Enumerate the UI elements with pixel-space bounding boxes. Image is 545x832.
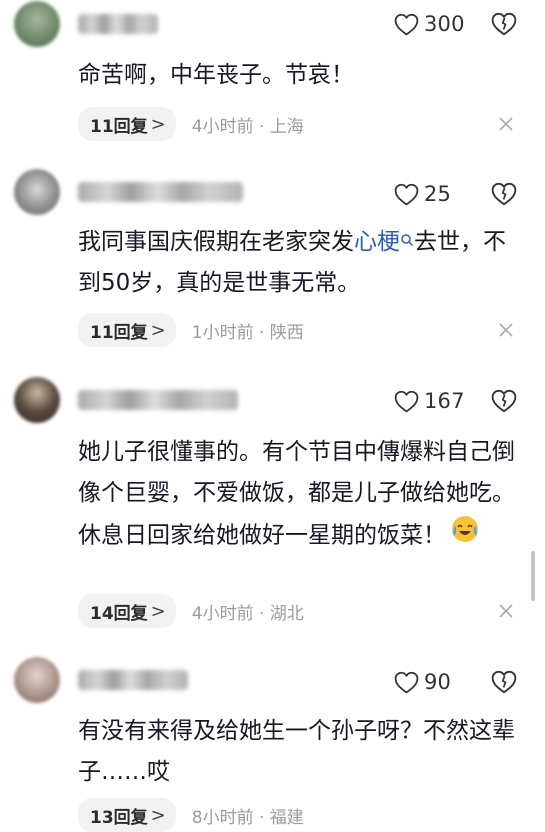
- close-icon[interactable]: [499, 604, 513, 618]
- crying-laughing-emoji-icon: [450, 514, 480, 558]
- like-button[interactable]: 90: [394, 670, 451, 694]
- timestamp-location: 8小时前 · 福建: [191, 807, 304, 828]
- like-button[interactable]: 300: [394, 12, 465, 36]
- close-icon[interactable]: [499, 117, 513, 131]
- close-icon[interactable]: [499, 323, 513, 337]
- search-icon: [400, 220, 414, 261]
- comment-meta: 14回复 > 4小时前 · 湖北: [78, 594, 304, 628]
- comment-text: 我同事国庆假期在老家突发心梗 去世，不到50岁，真的是世事无常。: [78, 222, 523, 304]
- comment-meta: 13回复 > 8小时前 · 福建: [78, 798, 304, 832]
- heart-icon: [394, 390, 419, 413]
- comment-meta: 11回复 > 1小时前 · 陕西: [78, 313, 304, 347]
- timestamp-location: 1小时前 · 陕西: [191, 322, 304, 343]
- comment-text: 她儿子很懂事的。有个节目中傳爆料自己倒像个巨婴，不爱做饭，都是儿子做给她吃。休息…: [78, 432, 523, 558]
- scrollbar-thumb[interactable]: [531, 551, 535, 601]
- like-button[interactable]: 167: [394, 389, 465, 413]
- comment-text: 有没有来得及给她生一个孙子呀？不然这辈子……哎: [78, 718, 515, 785]
- chevron-right-icon: >: [150, 319, 166, 341]
- view-replies-button[interactable]: 11回复 >: [78, 107, 176, 141]
- timestamp-location: 4小时前 · 上海: [191, 116, 304, 137]
- view-replies-button[interactable]: 13回复 >: [78, 798, 176, 832]
- avatar[interactable]: [14, 377, 60, 423]
- dislike-icon[interactable]: [491, 389, 517, 413]
- comment-text: 命苦啊，中年丧子。节哀！: [78, 62, 354, 88]
- heart-icon: [394, 13, 419, 36]
- like-button[interactable]: 25: [394, 182, 451, 206]
- view-replies-button[interactable]: 14回复 >: [78, 594, 176, 628]
- chevron-right-icon: >: [150, 113, 166, 135]
- avatar[interactable]: [14, 169, 60, 215]
- dislike-icon[interactable]: [491, 670, 517, 694]
- username-blurred[interactable]: [78, 670, 188, 690]
- avatar[interactable]: [14, 657, 60, 703]
- search-link[interactable]: 心梗: [354, 229, 414, 255]
- timestamp-location: 4小时前 · 湖北: [191, 603, 304, 624]
- avatar[interactable]: [14, 1, 60, 47]
- username-blurred[interactable]: [78, 14, 158, 34]
- username-blurred[interactable]: [78, 390, 238, 410]
- dislike-icon[interactable]: [491, 12, 517, 36]
- username-blurred[interactable]: [78, 182, 243, 202]
- view-replies-button[interactable]: 11回复 >: [78, 313, 176, 347]
- like-count: 300: [424, 12, 465, 36]
- like-count: 167: [424, 389, 465, 413]
- chevron-right-icon: >: [150, 600, 166, 622]
- comment-meta: 11回复 > 4小时前 · 上海: [78, 107, 304, 141]
- like-count: 25: [424, 182, 452, 206]
- heart-icon: [394, 671, 419, 694]
- like-count: 90: [424, 670, 452, 694]
- chevron-right-icon: >: [150, 804, 166, 826]
- dislike-icon[interactable]: [491, 182, 517, 206]
- heart-icon: [394, 183, 419, 206]
